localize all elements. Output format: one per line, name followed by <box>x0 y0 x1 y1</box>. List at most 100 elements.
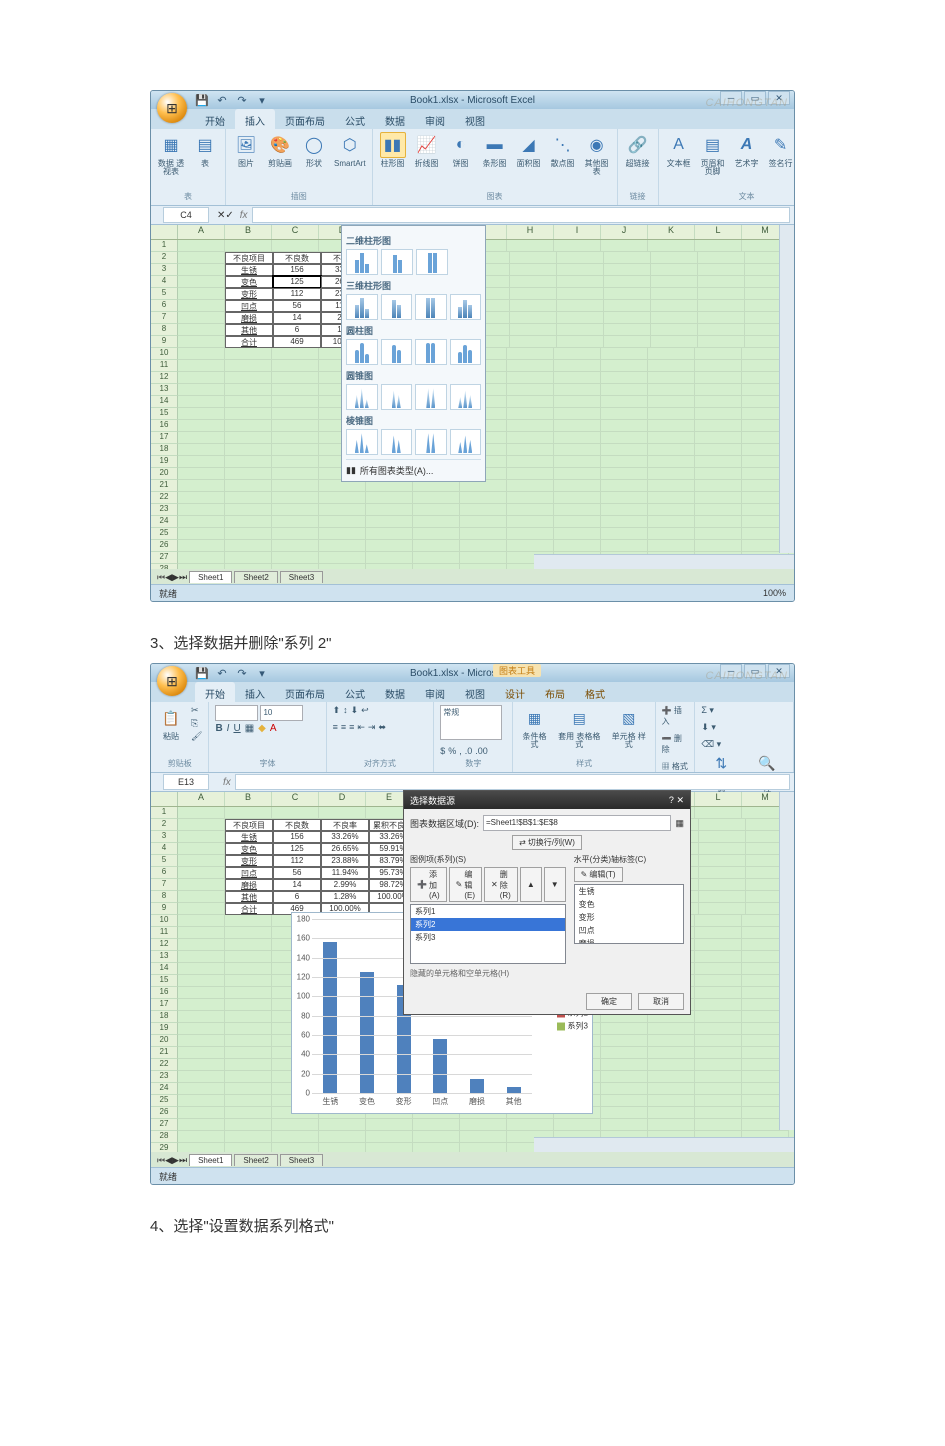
cell[interactable] <box>366 1131 413 1143</box>
cell[interactable] <box>604 300 651 312</box>
cell[interactable] <box>178 867 225 879</box>
cell[interactable]: 23.88% <box>321 855 369 867</box>
cell[interactable] <box>699 831 746 843</box>
sheet-tab-3[interactable]: Sheet3 <box>280 1154 323 1166</box>
edit-categories-button[interactable]: ✎编辑(T) <box>574 867 623 882</box>
cell[interactable] <box>507 348 554 360</box>
cell[interactable] <box>366 504 413 516</box>
cell[interactable]: 26.65% <box>321 843 369 855</box>
cell[interactable]: 1.28% <box>321 891 369 903</box>
cell[interactable] <box>225 807 272 819</box>
cell[interactable]: 变形 <box>225 855 273 867</box>
cell[interactable] <box>178 1059 225 1071</box>
cell[interactable] <box>319 1131 366 1143</box>
zoom-level[interactable]: 100% <box>763 588 786 598</box>
cell[interactable] <box>319 807 366 819</box>
cell[interactable] <box>507 420 554 432</box>
cell[interactable] <box>319 516 366 528</box>
cell[interactable] <box>225 1035 272 1047</box>
cell[interactable] <box>648 1023 695 1035</box>
chart-pyr-1[interactable] <box>346 429 378 455</box>
cell[interactable] <box>557 312 604 324</box>
cell[interactable] <box>178 432 225 444</box>
cell[interactable]: 不良项目 <box>225 819 273 831</box>
switch-row-col-button[interactable]: ⇄ 切换行/列(W) <box>512 835 582 850</box>
cell[interactable] <box>366 552 413 564</box>
cell[interactable] <box>554 480 601 492</box>
underline-button[interactable]: U <box>233 723 240 734</box>
cell[interactable]: 不良数 <box>273 819 321 831</box>
cell[interactable] <box>695 540 742 552</box>
chart-100stacked-column[interactable] <box>416 249 448 275</box>
cell[interactable] <box>225 480 272 492</box>
categories-list[interactable]: 生锈变色变形凹点磨损 <box>574 884 684 944</box>
tab-data[interactable]: 数据 <box>375 109 415 129</box>
merge-icon[interactable]: ⬌ <box>378 722 386 733</box>
align-center-icon[interactable]: ≡ <box>341 722 346 733</box>
cell[interactable] <box>225 540 272 552</box>
cell[interactable] <box>507 408 554 420</box>
align-mid-icon[interactable]: ↕ <box>343 705 348 716</box>
copy-icon[interactable]: ⎘ <box>191 718 202 729</box>
cell[interactable] <box>413 540 460 552</box>
cell[interactable] <box>178 939 225 951</box>
cell[interactable] <box>648 1035 695 1047</box>
fx-cancel-icon[interactable]: ✕ <box>217 210 225 221</box>
cell[interactable] <box>460 1131 507 1143</box>
table-format-button[interactable]: ▤套用 表格格式 <box>556 705 603 749</box>
cell[interactable] <box>225 1083 272 1095</box>
cell[interactable] <box>225 552 272 564</box>
cell[interactable] <box>178 360 225 372</box>
row-header[interactable]: 12 <box>151 939 178 951</box>
ok-button[interactable]: 确定 <box>586 993 632 1010</box>
cell[interactable] <box>178 456 225 468</box>
vertical-scrollbar[interactable] <box>779 792 794 1130</box>
row-header[interactable]: 19 <box>151 1023 178 1035</box>
cell[interactable] <box>413 552 460 564</box>
row-header[interactable]: 25 <box>151 528 178 540</box>
cell[interactable] <box>698 324 745 336</box>
category-item[interactable]: 变形 <box>575 911 683 924</box>
cell[interactable] <box>178 951 225 963</box>
cell[interactable] <box>698 264 745 276</box>
dialog-help-icon[interactable]: ? <box>669 795 674 805</box>
bar[interactable] <box>470 1079 484 1093</box>
row-header[interactable]: 13 <box>151 384 178 396</box>
align-bot-icon[interactable]: ⬇ <box>351 705 359 716</box>
cell[interactable] <box>225 396 272 408</box>
column-header[interactable]: J <box>601 225 648 239</box>
cell[interactable] <box>178 927 225 939</box>
cell[interactable] <box>557 252 604 264</box>
series-item[interactable]: 系列1 <box>411 905 565 918</box>
cell[interactable] <box>225 492 272 504</box>
cell[interactable] <box>695 396 742 408</box>
area-chart-button[interactable]: ◢面积图 <box>515 132 543 168</box>
dec-dec-icon[interactable]: .00 <box>475 746 488 756</box>
cell[interactable] <box>178 1107 225 1119</box>
cell[interactable] <box>178 891 225 903</box>
cell[interactable] <box>695 1119 742 1131</box>
cell[interactable]: 不良项目 <box>225 252 273 264</box>
cell[interactable] <box>507 360 554 372</box>
cell[interactable] <box>178 336 225 348</box>
cell[interactable] <box>648 396 695 408</box>
cell[interactable] <box>648 384 695 396</box>
cell[interactable] <box>554 444 601 456</box>
qat-customize-icon[interactable]: ▾ <box>255 93 269 107</box>
cell[interactable]: 56 <box>273 867 321 879</box>
cell[interactable] <box>601 1071 648 1083</box>
row-header[interactable]: 17 <box>151 432 178 444</box>
cell[interactable] <box>225 504 272 516</box>
cancel-button[interactable]: 取消 <box>638 993 684 1010</box>
cell[interactable] <box>413 1119 460 1131</box>
cell[interactable] <box>460 540 507 552</box>
row-header[interactable]: 13 <box>151 951 178 963</box>
cell[interactable] <box>272 540 319 552</box>
cell[interactable]: 合计 <box>225 336 273 348</box>
cell[interactable] <box>604 336 651 348</box>
cell[interactable]: 变色 <box>225 843 273 855</box>
cell[interactable] <box>651 312 698 324</box>
cell[interactable] <box>601 396 648 408</box>
inc-dec-icon[interactable]: .0 <box>465 746 473 756</box>
move-down-button[interactable]: ▼ <box>544 867 566 902</box>
